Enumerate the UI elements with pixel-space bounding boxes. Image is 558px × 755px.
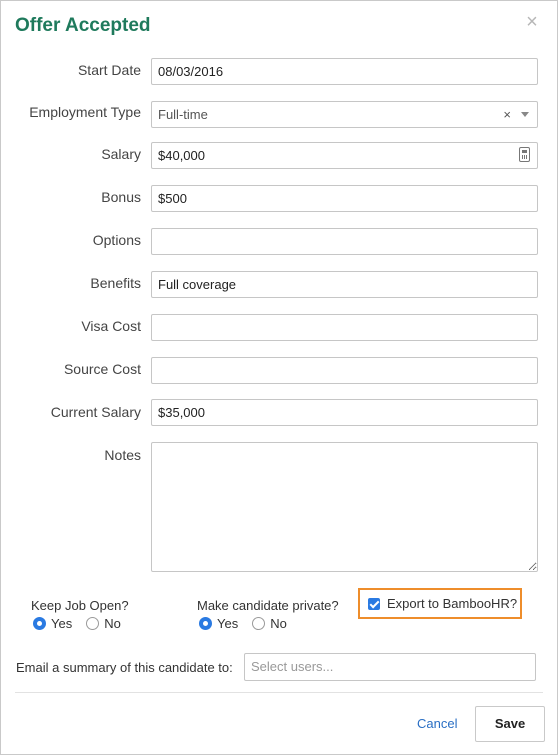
chevron-down-icon[interactable] (521, 112, 529, 117)
export-bamboohr-label[interactable]: Export to BambooHR? (387, 596, 517, 611)
make-private-yes-radio[interactable] (199, 617, 212, 630)
keep-job-open-label: Keep Job Open? (31, 598, 129, 613)
make-private-no-label[interactable]: No (270, 616, 287, 631)
employment-type-select[interactable]: Full-time × (151, 101, 538, 128)
close-icon[interactable]: × (523, 12, 541, 32)
cancel-button[interactable]: Cancel (417, 716, 457, 731)
offer-accepted-dialog: Offer Accepted × Start Date Employment T… (0, 0, 558, 755)
options-input[interactable] (151, 228, 538, 255)
bonus-input[interactable] (151, 185, 538, 212)
benefits-label: Benefits (90, 275, 141, 291)
start-date-input[interactable] (151, 58, 538, 85)
salary-calculator-button[interactable] (511, 142, 538, 169)
make-private-yes-label[interactable]: Yes (217, 616, 238, 631)
benefits-input[interactable] (151, 271, 538, 298)
start-date-label: Start Date (77, 62, 141, 78)
export-bamboohr-checkbox[interactable] (368, 597, 380, 610)
make-private-radio-group: Yes No (199, 616, 301, 631)
email-summary-label: Email a summary of this candidate to: (16, 660, 233, 675)
notes-textarea[interactable] (151, 442, 538, 572)
keep-job-open-no-radio[interactable] (86, 617, 100, 630)
visa-cost-input[interactable] (151, 314, 538, 341)
keep-job-open-yes-label[interactable]: Yes (51, 616, 72, 631)
visa-cost-label: Visa Cost (81, 318, 141, 334)
current-salary-label: Current Salary (50, 404, 141, 420)
email-users-select[interactable]: Select users... (244, 653, 536, 681)
keep-job-open-yes-radio[interactable] (33, 617, 46, 630)
employment-type-label: Employment Type (29, 104, 141, 120)
make-private-label: Make candidate private? (197, 598, 339, 613)
clear-selection-icon[interactable]: × (503, 102, 511, 127)
bonus-label: Bonus (101, 189, 141, 205)
keep-job-open-no-label[interactable]: No (104, 616, 121, 631)
source-cost-label: Source Cost (63, 361, 141, 377)
export-bamboohr-highlight: Export to BambooHR? (358, 588, 522, 619)
calculator-icon (519, 147, 530, 162)
source-cost-input[interactable] (151, 357, 538, 384)
footer-divider (15, 692, 543, 693)
salary-input[interactable] (151, 142, 538, 169)
make-private-no-radio[interactable] (252, 617, 266, 630)
notes-label: Notes (104, 447, 141, 463)
current-salary-input[interactable] (151, 399, 538, 426)
salary-label: Salary (101, 146, 141, 162)
dialog-title: Offer Accepted (15, 15, 151, 36)
options-label: Options (92, 232, 141, 248)
keep-job-open-radio-group: Yes No (33, 616, 135, 631)
save-button[interactable]: Save (475, 706, 545, 742)
employment-type-value: Full-time (158, 107, 208, 122)
